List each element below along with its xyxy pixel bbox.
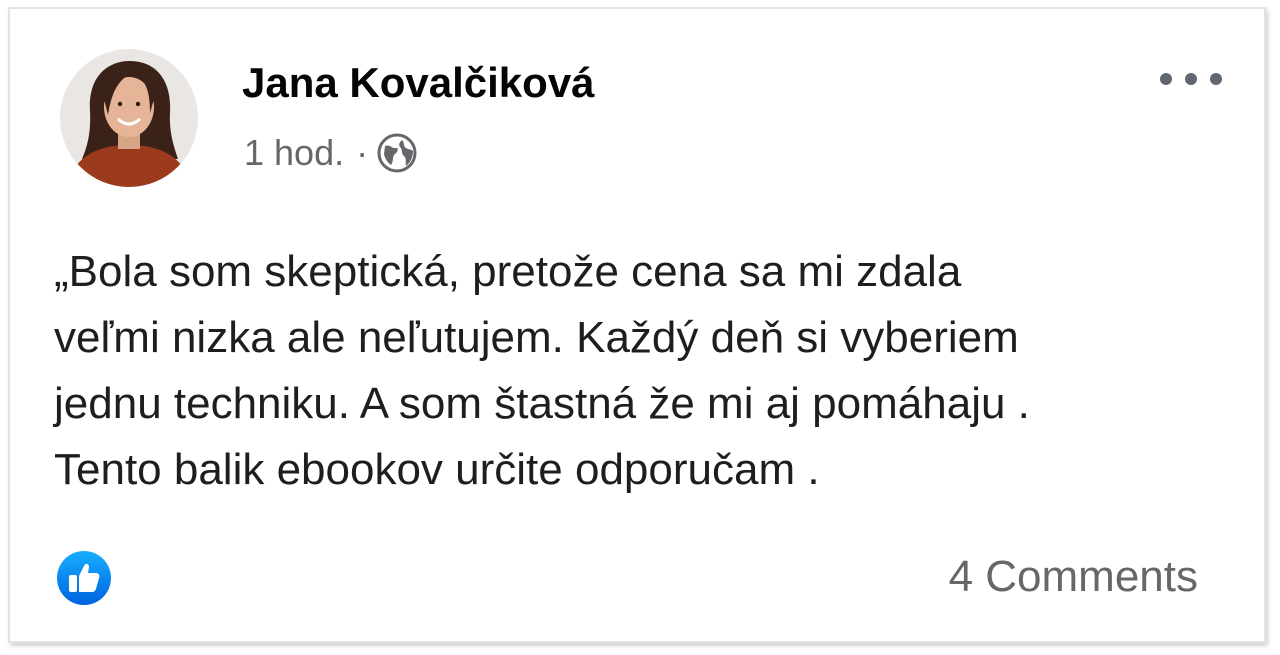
post-card: Jana Kovalčiková 1 hod. · „Bola som skep…	[8, 7, 1266, 643]
meta-separator: ·	[356, 132, 369, 173]
like-icon[interactable]	[56, 550, 112, 606]
more-options-icon	[1160, 73, 1222, 85]
more-options-button[interactable]	[1154, 59, 1228, 99]
post-time[interactable]: 1 hod.	[244, 132, 344, 174]
post-text: „Bola som skeptická, pretože cena sa mi …	[54, 247, 1030, 494]
post-meta: 1 hod. ·	[244, 129, 418, 177]
avatar-image	[60, 49, 198, 187]
author-name[interactable]: Jana Kovalčiková	[242, 57, 595, 109]
comments-count[interactable]: 4 Comments	[949, 549, 1198, 605]
globe-icon[interactable]	[376, 132, 418, 174]
avatar[interactable]	[60, 49, 198, 187]
